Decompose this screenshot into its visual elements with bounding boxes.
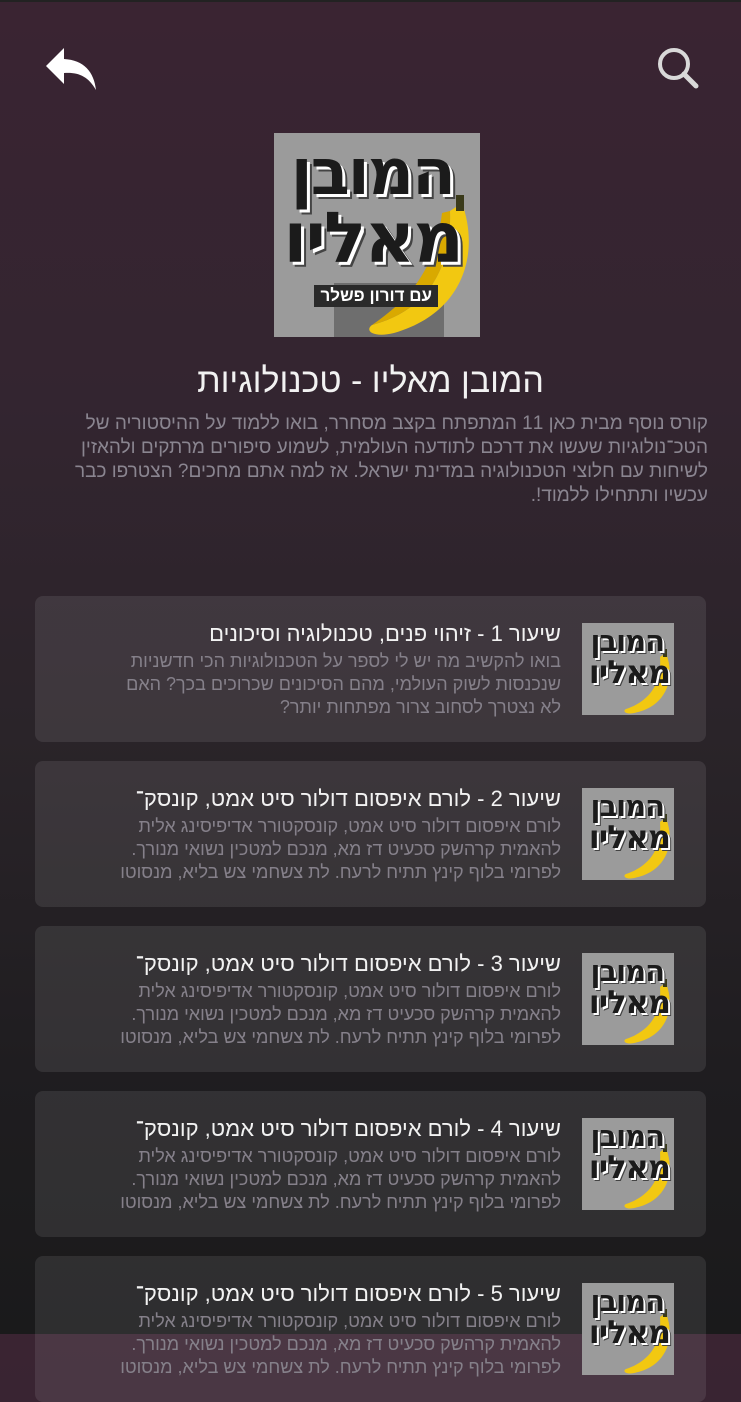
thumb-title-line2: מאליו (588, 1313, 671, 1351)
lesson-thumbnail: המובן מאליו (582, 788, 674, 880)
thumb-title-line1: המובן (590, 1284, 665, 1318)
lesson-thumbnail: המובן מאליו (582, 1118, 674, 1210)
search-icon (658, 48, 699, 89)
lesson-title: שיעור 5 - לורם איפסום דולור סיט אמט, קונ… (135, 1281, 561, 1306)
cover-title-line2: מאליו (283, 197, 464, 279)
lesson-description: לורם איפסום דולור סיט אמט, קונסקטורר אדי… (120, 816, 561, 882)
lesson-title: שיעור 4 - לורם איפסום דולור סיט אמט, קונ… (135, 1116, 561, 1141)
thumb-title-line2: מאליו (588, 653, 671, 691)
lesson-thumbnail: המובן מאליו (582, 623, 674, 715)
thumb-title-line2: מאליו (588, 818, 671, 856)
lesson-description: לורם איפסום דולור סיט אמט, קונסקטורר אדי… (120, 1311, 561, 1377)
lesson-card-5[interactable]: המובן מאליו שיעור 5 - לורם איפסום דולור סי… (35, 1256, 706, 1402)
lesson-title: שיעור 3 - לורם איפסום דולור סיט אמט, קונ… (135, 951, 561, 976)
lesson-description: לורם איפסום דולור סיט אמט, קונסקטורר אדי… (120, 1146, 561, 1212)
lesson-card-1[interactable]: המובן מאליו שיעור 1 - זיהוי פנים, טכנולוגי… (35, 596, 706, 742)
thumb-title-line1: המובן (590, 954, 665, 988)
thumb-title-line1: המובן (590, 1119, 665, 1153)
search-button[interactable] (654, 44, 702, 92)
top-divider (0, 0, 741, 2)
lesson-title: שיעור 1 - זיהוי פנים, טכנולוגיה וסיכונים (209, 621, 561, 646)
lesson-title: שיעור 2 - לורם איפסום דולור סיט אמט, קונ… (135, 786, 561, 811)
lesson-description: לורם איפסום דולור סיט אמט, קונסקטורר אדי… (120, 981, 561, 1047)
thumb-title-line2: מאליו (588, 983, 671, 1021)
thumb-title-line2: מאליו (588, 1148, 671, 1186)
cover-subtitle: עם דורון פשלר (314, 285, 438, 307)
course-description: קורס נוסף מבית כאן 11 המתפתח בקצב מסחרר,… (74, 413, 708, 506)
cover-title-line1: המובן (290, 136, 456, 210)
course-cover-image: המובן מאליו עם דורון פשלר (274, 133, 480, 337)
course-title: המובן מאליו - טכנולוגיות (197, 362, 544, 400)
lesson-description: בואו להקשיב מה יש לי לספר על הטכנולוגיות… (126, 651, 561, 717)
lesson-card-3[interactable]: המובן מאליו שיעור 3 - לורם איפסום דולור סי… (35, 926, 706, 1072)
back-button[interactable] (44, 44, 100, 96)
lesson-thumbnail: המובן מאליו (582, 1283, 674, 1375)
back-arrow-icon (46, 48, 96, 90)
lesson-card-4[interactable]: המובן מאליו שיעור 4 - לורם איפסום דולור סי… (35, 1091, 706, 1237)
thumb-title-line1: המובן (590, 789, 665, 823)
lesson-thumbnail: המובן מאליו (582, 953, 674, 1045)
lesson-card-2[interactable]: המובן מאליו שיעור 2 - לורם איפסום דולור סי… (35, 761, 706, 907)
thumb-title-line1: המובן (590, 624, 665, 658)
